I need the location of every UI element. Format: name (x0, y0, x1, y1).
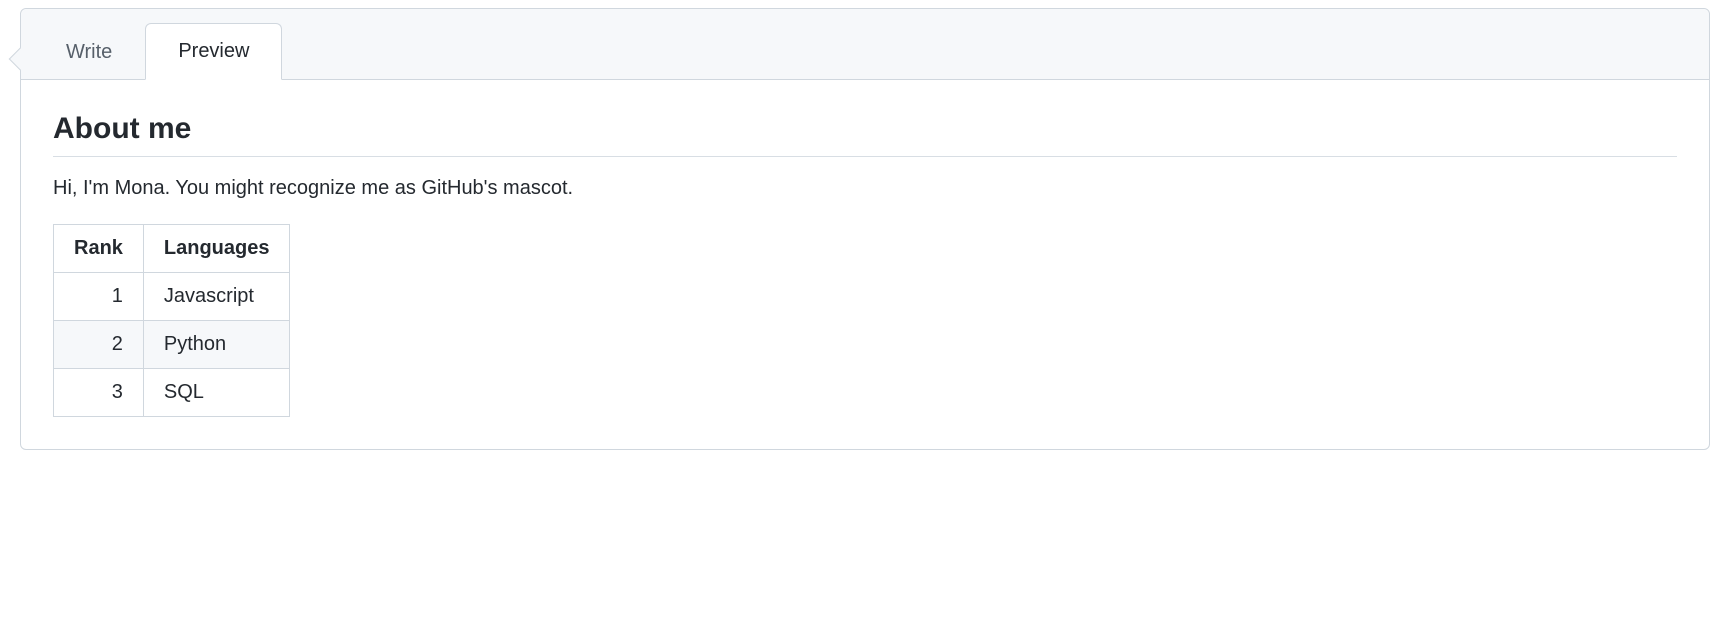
rank-cell: 3 (54, 369, 144, 417)
language-cell: Python (143, 321, 290, 369)
rank-cell: 1 (54, 273, 144, 321)
rank-cell: 2 (54, 321, 144, 369)
table-row: 3 SQL (54, 369, 290, 417)
language-cell: Javascript (143, 273, 290, 321)
preview-pane: About me Hi, I'm Mona. You might recogni… (21, 80, 1709, 449)
tab-write[interactable]: Write (33, 23, 145, 80)
language-cell: SQL (143, 369, 290, 417)
languages-table: Rank Languages 1 Javascript 2 Python 3 S… (53, 224, 290, 417)
tab-preview[interactable]: Preview (145, 23, 282, 80)
page-heading: About me (53, 112, 1677, 157)
header-rank: Rank (54, 225, 144, 273)
header-languages: Languages (143, 225, 290, 273)
table-header-row: Rank Languages (54, 225, 290, 273)
editor-tabs: Write Preview (21, 9, 1709, 80)
table-row: 1 Javascript (54, 273, 290, 321)
markdown-editor: Write Preview About me Hi, I'm Mona. You… (20, 8, 1710, 450)
table-row: 2 Python (54, 321, 290, 369)
intro-paragraph: Hi, I'm Mona. You might recognize me as … (53, 177, 1677, 200)
